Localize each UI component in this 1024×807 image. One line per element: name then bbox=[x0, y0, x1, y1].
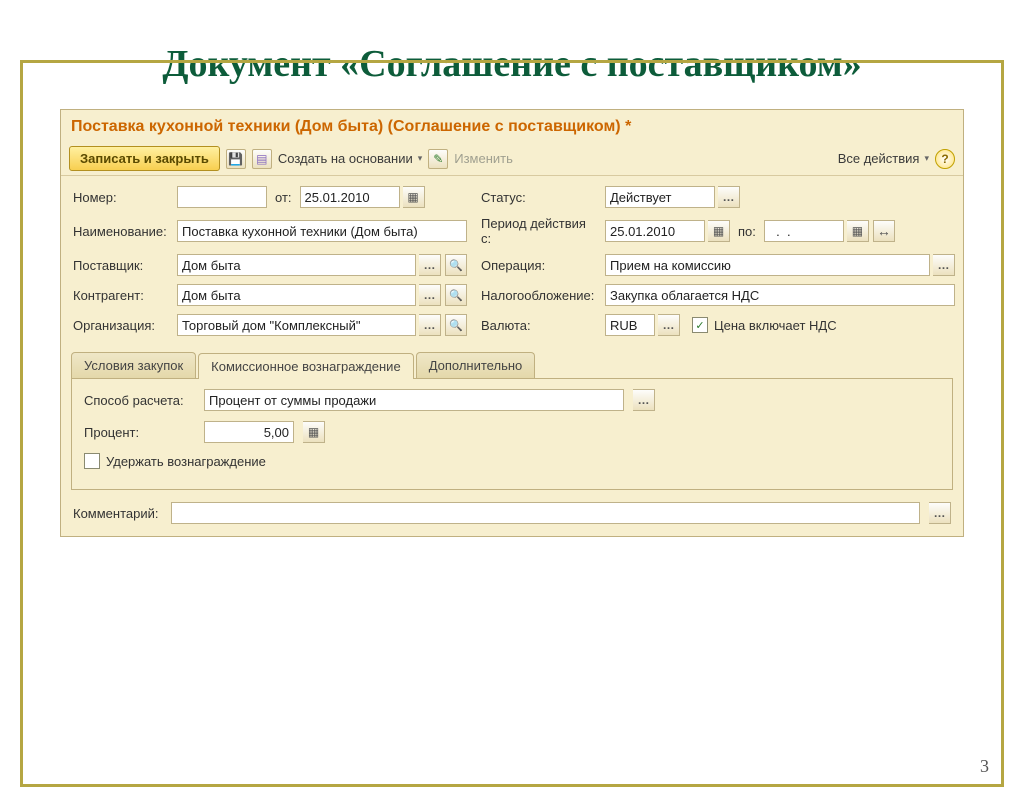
tab-commission[interactable]: Комиссионное вознаграждение bbox=[198, 353, 414, 379]
